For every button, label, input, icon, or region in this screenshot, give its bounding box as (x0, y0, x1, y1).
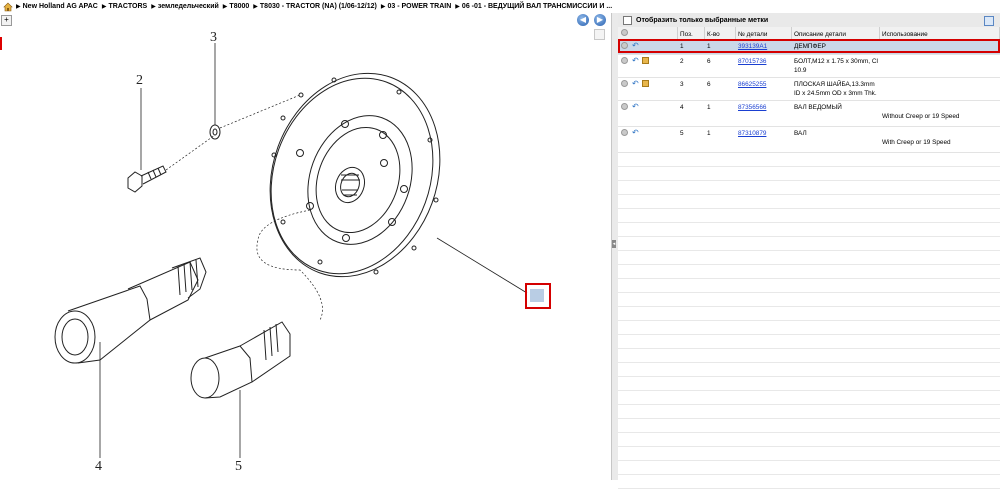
header-icons-column (618, 27, 678, 39)
select-all-icon[interactable] (621, 29, 628, 36)
callout-2[interactable]: 2 (136, 73, 143, 88)
exploded-parts-diagram: 1 2 3 4 5 (54, 30, 543, 474)
home-icon[interactable] (3, 2, 13, 12)
export-icon[interactable] (984, 16, 994, 26)
table-row[interactable]: ↶ 2 6 87015736 БОЛТ,M12 x 1.75 x 30mm, C… (618, 55, 1000, 78)
next-diagram-button[interactable]: ▶ (594, 14, 606, 26)
breadcrumb-item-current: 06 -01 - ВЕДУЩИЙ ВАЛ ТРАНСМИССИИ И ... (461, 3, 613, 10)
cell-usage (880, 55, 1000, 77)
cell-description: ПЛОСКАЯ ШАЙБА,13.3mm ID x 24.5mm OD x 3m… (794, 81, 877, 97)
cell-usage: With Creep or 19 Speed (882, 139, 951, 146)
cell-pos: 4 (680, 104, 684, 111)
undo-arrow-icon[interactable]: ↶ (632, 56, 639, 65)
chevron-right-icon: ▶ (101, 4, 107, 10)
cell-usage: Without Creep or 19 Speed (882, 113, 960, 120)
cell-description: БОЛТ,M12 x 1.75 x 30mm, Cl 10.9 (794, 58, 878, 74)
selected-row-outline (618, 39, 1000, 53)
header-pos[interactable]: Поз. (678, 27, 705, 39)
shaft[interactable] (190, 321, 291, 458)
callout-1-selection-box (525, 283, 551, 309)
cell-qty: 1 (707, 104, 711, 111)
part-number-link[interactable]: 87310879 (736, 127, 792, 152)
filter-bar: Отобразить только выбранные метки (618, 13, 1000, 28)
row-icons: ↶ (618, 78, 678, 100)
part-number-link[interactable]: 87356566 (736, 101, 792, 126)
chevron-right-icon: ▶ (222, 4, 228, 10)
package-icon[interactable] (642, 57, 649, 64)
select-radio-icon[interactable] (621, 103, 628, 110)
callout-5[interactable]: 5 (235, 459, 242, 474)
callout-4[interactable]: 4 (95, 459, 102, 474)
cell-qty: 6 (707, 58, 711, 65)
table-row[interactable]: ↶ 5 1 87310879 ВАЛ With Creep or 19 Spee… (618, 127, 1000, 153)
chevron-right-icon: ▶ (253, 4, 258, 10)
cell-qty: 1 (707, 130, 711, 137)
header-part-number[interactable]: № детали (736, 27, 792, 39)
driven-shaft[interactable] (54, 257, 207, 458)
row-icons: ↶ (618, 101, 678, 126)
breadcrumb-item[interactable]: TRACTORS (108, 3, 147, 10)
previous-diagram-button[interactable]: ◀ (577, 14, 589, 26)
show-selected-checkbox[interactable] (623, 15, 632, 25)
undo-arrow-icon[interactable]: ↶ (632, 102, 639, 111)
part-number-link[interactable]: 86625255 (736, 78, 792, 100)
package-icon[interactable] (642, 80, 649, 87)
select-radio-icon[interactable] (621, 57, 628, 64)
cell-pos: 3 (680, 81, 684, 88)
cell-description: ВАЛ (794, 130, 807, 137)
cell-pos: 2 (680, 58, 684, 65)
breadcrumb-item[interactable]: T8030 - TRACTOR (NA) (1/06-12/12) (260, 3, 377, 10)
breadcrumb-item[interactable]: 03 - POWER TRAIN (388, 3, 452, 10)
chevron-right-icon: ▶ (455, 4, 460, 10)
empty-grid-area (618, 153, 1000, 489)
show-selected-label: Отобразить только выбранные метки (636, 16, 769, 24)
table-row[interactable]: ↶ 3 6 86625255 ПЛОСКАЯ ШАЙБА,13.3mm ID x… (618, 78, 1000, 101)
breadcrumb-item[interactable]: земледельческий (158, 3, 219, 10)
cell-qty: 6 (707, 81, 711, 88)
row-icons: ↶ (618, 127, 678, 152)
table-row[interactable]: ↶ 4 1 87356566 ВАЛ ВЕДОМЫЙ Without Creep… (618, 101, 1000, 127)
collapse-icon[interactable]: ◂ (612, 240, 616, 248)
select-radio-icon[interactable] (621, 129, 628, 136)
breadcrumb: ▶ New Holland AG APAC ▶ TRACTORS ▶ земле… (0, 0, 1000, 13)
zoom-in-button[interactable]: + (1, 15, 12, 26)
part-number-link[interactable]: 87015736 (736, 55, 792, 77)
row-icons: ↶ (618, 55, 678, 77)
chevron-right-icon: ▶ (151, 4, 156, 10)
cell-description: ВАЛ ВЕДОМЫЙ (794, 104, 842, 111)
chevron-right-icon: ▶ (16, 4, 21, 10)
undo-arrow-icon[interactable]: ↶ (632, 128, 639, 137)
undo-arrow-icon[interactable]: ↶ (632, 79, 639, 88)
breadcrumb-item[interactable]: New Holland AG APAC (23, 3, 98, 10)
cell-usage (880, 78, 1000, 100)
header-description[interactable]: Описание детали (792, 27, 880, 39)
callout-3[interactable]: 3 (210, 30, 217, 45)
header-qty[interactable]: К-во (705, 27, 736, 39)
cell-pos: 5 (680, 130, 684, 137)
parts-list-pane: Отобразить только выбранные метки Поз. К… (618, 13, 1000, 489)
select-radio-icon[interactable] (621, 80, 628, 87)
chevron-right-icon: ▶ (380, 4, 386, 10)
flat-washer[interactable] (209, 43, 221, 140)
bolt[interactable] (127, 88, 167, 193)
header-usage[interactable]: Использование (880, 27, 1000, 39)
damper-plate[interactable] (242, 49, 467, 301)
parts-table: Поз. К-во № детали Описание детали Испол… (618, 27, 1000, 489)
breadcrumb-item[interactable]: T8000 (229, 3, 249, 10)
